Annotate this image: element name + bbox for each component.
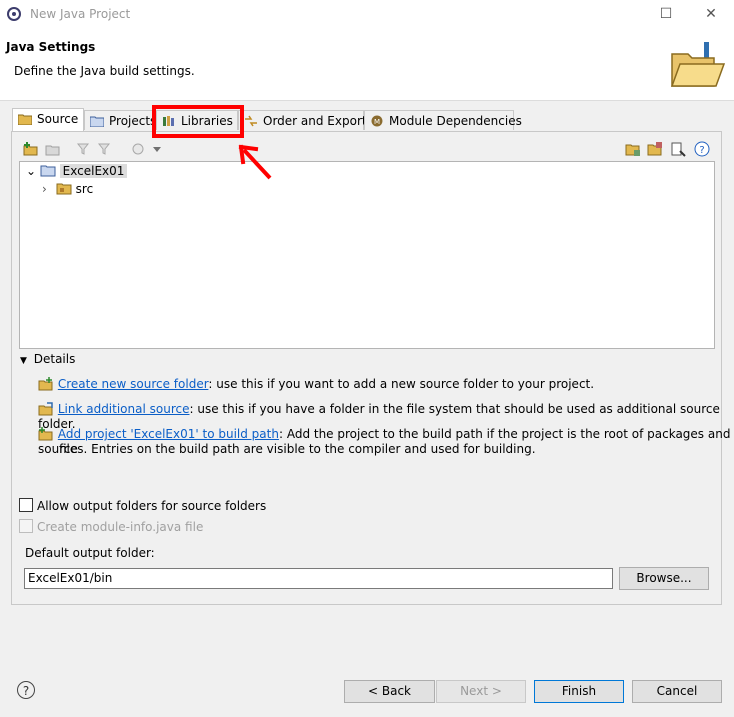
module-info-label: Create module-info.java file <box>37 520 204 534</box>
libraries-highlight-box <box>152 105 244 138</box>
output-folder-label: Default output folder: <box>25 546 155 560</box>
create-source-folder-link[interactable]: Create new source folder <box>58 377 209 391</box>
projects-icon <box>90 116 104 127</box>
finish-button[interactable]: Finish <box>534 680 624 703</box>
tree-item-src[interactable]: › src <box>42 181 93 198</box>
dialog-header: Java Settings Define the Java build sett… <box>0 30 734 101</box>
page-description: Define the Java build settings. <box>14 64 195 78</box>
configure-icon[interactable] <box>670 141 686 157</box>
allow-output-folders-label: Allow output folders for source folders <box>37 499 267 513</box>
tab-source-label: Source <box>37 112 79 126</box>
module-icon: M <box>371 115 383 127</box>
create-source-folder-text: : use this if you want to add a new sour… <box>208 377 595 391</box>
cancel-button[interactable]: Cancel <box>632 680 722 703</box>
details-toggle[interactable]: ▼ Details <box>20 352 75 366</box>
browse-button[interactable]: Browse... <box>619 567 709 590</box>
tree-src-label: src <box>75 182 94 196</box>
tab-projects[interactable]: Projects <box>84 110 156 130</box>
help-icon[interactable]: ? <box>694 141 710 157</box>
title-bar: New Java Project ☐ ✕ <box>0 0 734 30</box>
window-title: New Java Project <box>30 7 131 21</box>
allow-output-folders-checkbox[interactable] <box>19 498 33 512</box>
project-folder-icon <box>40 165 56 177</box>
add-project-link[interactable]: Add project 'ExcelEx01' to build path <box>58 427 279 441</box>
tab-projects-label: Projects <box>109 114 157 128</box>
tab-module-dependencies-label: Module Dependencies <box>389 114 522 128</box>
open-folder-icon <box>670 42 726 87</box>
tree-item-project[interactable]: ⌄ ExcelEx01 <box>26 163 128 180</box>
link-source-icon <box>38 402 53 416</box>
source-folder-icon <box>18 114 32 125</box>
eclipse-icon <box>7 7 21 21</box>
tab-module-dependencies[interactable]: M Module Dependencies <box>364 110 522 130</box>
help-circle-icon[interactable]: ? <box>17 681 35 699</box>
maximize-button[interactable]: ☐ <box>652 4 680 24</box>
add-folder-icon[interactable] <box>23 141 39 157</box>
module-info-checkbox <box>19 519 33 533</box>
page-title: Java Settings <box>6 40 96 54</box>
new-source-folder-icon <box>38 377 53 391</box>
dropdown-arrow-icon[interactable] <box>152 141 162 157</box>
next-button: Next > <box>436 680 526 703</box>
add-project-icon <box>38 427 53 441</box>
source-tree[interactable]: ⌄ ExcelEx01 › src <box>19 161 715 349</box>
tab-order-export[interactable]: Order and Export <box>238 110 367 130</box>
filter-add-icon <box>97 143 111 155</box>
output-folder-input[interactable]: ExcelEx01/bin <box>24 568 613 589</box>
svg-text:?: ? <box>699 145 704 156</box>
module-info-row: Create module-info.java file <box>19 519 203 535</box>
tab-order-export-label: Order and Export <box>263 114 367 128</box>
red-arrow-annotation <box>238 144 272 180</box>
tree-project-label: ExcelEx01 <box>59 164 128 178</box>
details-label: Details <box>33 352 76 366</box>
filter-icon <box>76 143 90 155</box>
close-button[interactable]: ✕ <box>697 4 725 24</box>
tab-source[interactable]: Source <box>12 108 84 131</box>
detail-row-create: Create new source folder: use this if yo… <box>38 377 594 392</box>
back-button[interactable]: < Back <box>344 680 435 703</box>
chevron-down-icon[interactable]: ⌄ <box>26 163 36 180</box>
link-folder-icon <box>45 145 60 156</box>
triangle-down-icon: ▼ <box>20 356 27 366</box>
collapse-all-icon[interactable] <box>647 141 663 157</box>
chevron-right-icon[interactable]: › <box>42 181 52 198</box>
link-additional-source-link[interactable]: Link additional source <box>58 402 190 416</box>
expand-all-icon[interactable] <box>625 141 641 157</box>
add-project-text-cont: files. Entries on the build path are vis… <box>59 442 536 456</box>
svg-text:M: M <box>374 118 380 126</box>
order-export-icon <box>245 115 257 127</box>
remove-icon <box>132 143 144 155</box>
package-folder-icon <box>56 183 72 195</box>
allow-output-folders-row[interactable]: Allow output folders for source folders <box>19 498 266 514</box>
